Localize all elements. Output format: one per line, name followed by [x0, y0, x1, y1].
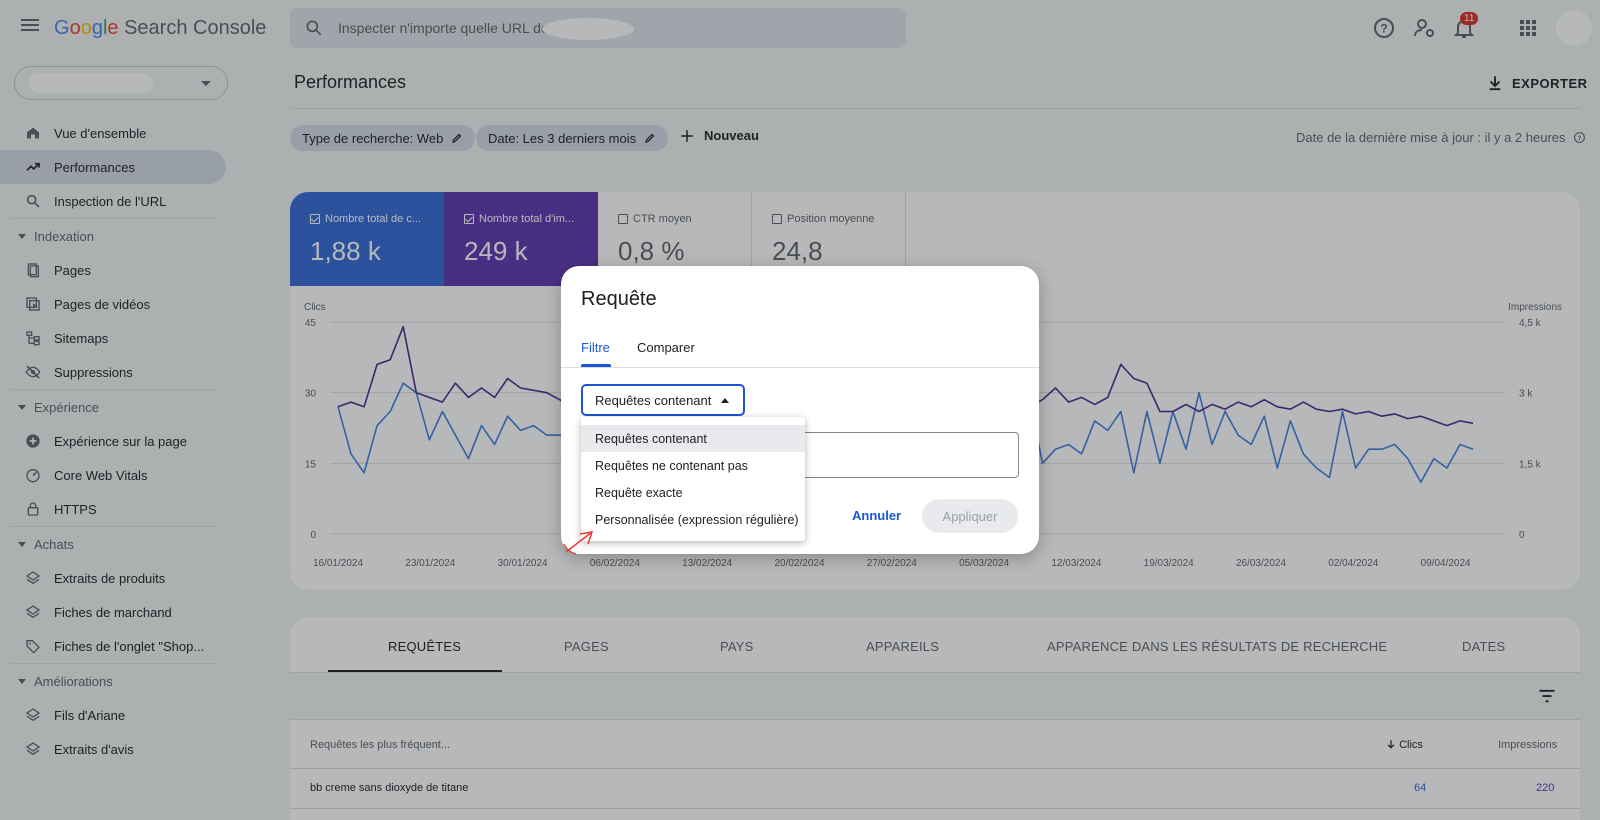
divider: [561, 367, 1039, 368]
option-queries-containing[interactable]: Requêtes contenant: [581, 425, 805, 452]
apply-button[interactable]: Appliquer: [922, 499, 1018, 533]
option-custom-regex[interactable]: Personnalisée (expression régulière): [581, 506, 805, 533]
tab-compare[interactable]: Comparer: [637, 340, 695, 355]
filter-type-select[interactable]: Requêtes contenant: [581, 384, 745, 416]
filter-type-dropdown: Requêtes contenant Requêtes ne contenant…: [581, 417, 805, 541]
annotation-arrow-icon: [563, 531, 594, 555]
dialog-title: Requête: [581, 288, 657, 310]
tab-filter[interactable]: Filtre: [581, 340, 610, 355]
option-exact-query[interactable]: Requête exacte: [581, 479, 805, 506]
chevron-up-icon: [721, 398, 729, 403]
filter-type-value: Requêtes contenant: [595, 392, 712, 408]
option-queries-not-containing[interactable]: Requêtes ne contenant pas: [581, 452, 805, 479]
cancel-button[interactable]: Annuler: [852, 508, 901, 523]
